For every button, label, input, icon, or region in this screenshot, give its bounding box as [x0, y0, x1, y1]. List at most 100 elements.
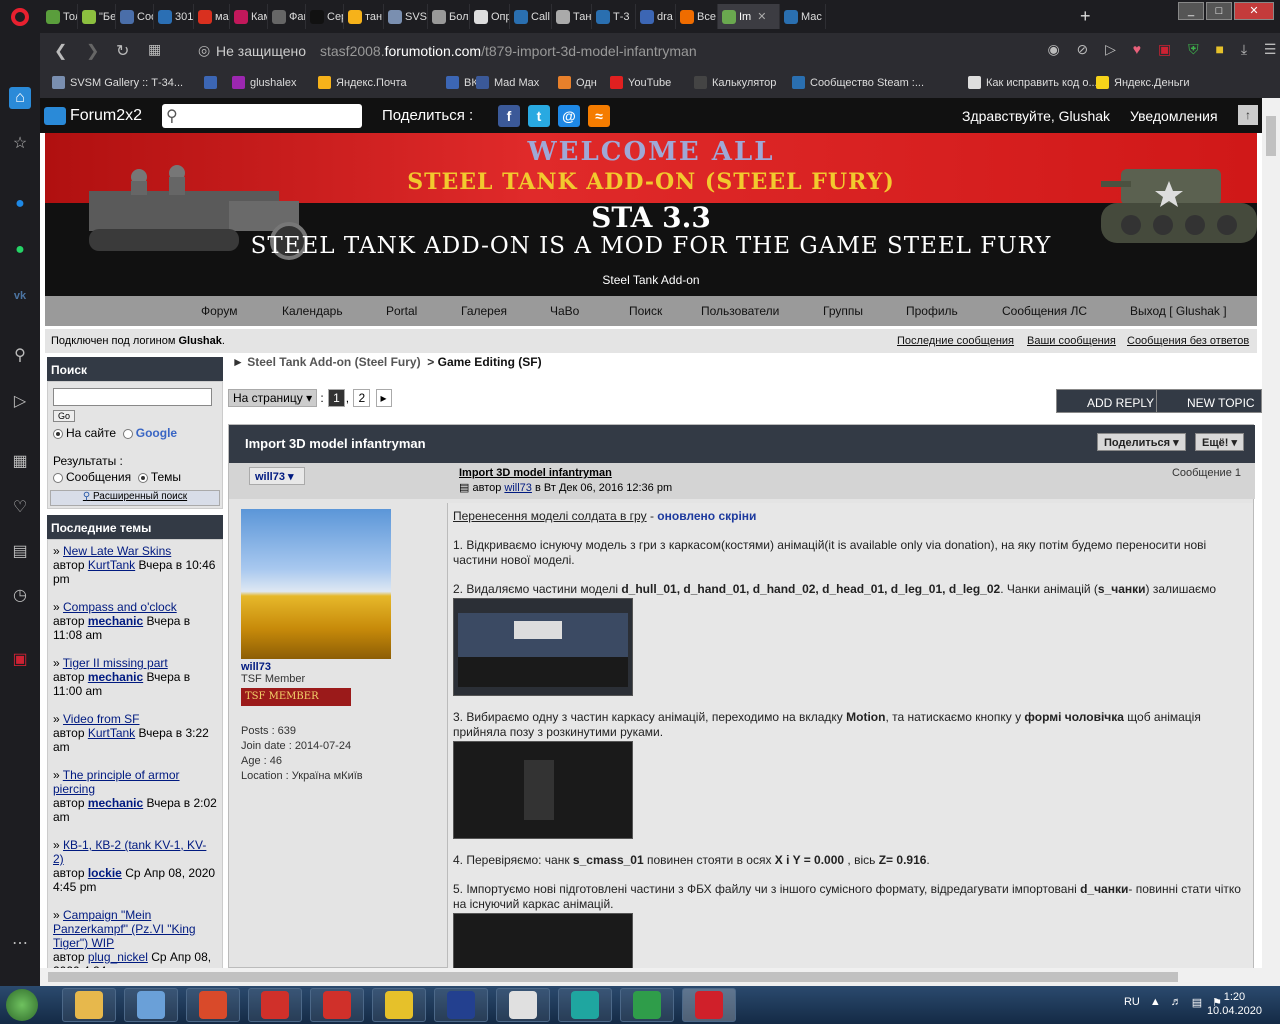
- search-icon[interactable]: ⚲: [9, 345, 31, 367]
- network-icon[interactable]: ▤: [1192, 996, 1202, 1009]
- recent-topic-author[interactable]: mechanic: [88, 614, 143, 628]
- maximize-icon[interactable]: □: [1206, 2, 1232, 20]
- close-window-icon[interactable]: ✕: [1234, 2, 1274, 20]
- more-icon[interactable]: ⋯: [9, 933, 31, 955]
- send-icon[interactable]: ▷: [9, 391, 31, 413]
- nav-item[interactable]: Профиль: [906, 304, 958, 318]
- google-radio[interactable]: [122, 428, 133, 439]
- browser-tab[interactable]: май: [194, 4, 230, 29]
- nav-item[interactable]: Галерея: [461, 304, 507, 318]
- horizontal-scrollbar[interactable]: [40, 968, 1262, 986]
- browser-tab[interactable]: 301: [154, 4, 194, 29]
- language-indicator[interactable]: RU: [1124, 996, 1140, 1009]
- browser-tab[interactable]: Мас: [780, 4, 826, 29]
- menu-icon[interactable]: ☰: [1264, 41, 1277, 58]
- bookmark-item[interactable]: Сообщество Steam :...: [792, 76, 924, 89]
- post-author-link[interactable]: will73: [504, 482, 532, 494]
- nav-item[interactable]: Пользователи: [701, 304, 779, 318]
- nav-item[interactable]: ЧаВо: [550, 304, 579, 318]
- screenshot-3[interactable]: [453, 913, 633, 968]
- browser-tab[interactable]: Тол: [42, 4, 78, 29]
- browser-tab[interactable]: drа: [636, 4, 676, 29]
- security-label[interactable]: Не защищено: [216, 43, 306, 59]
- whatsapp-icon[interactable]: ●: [9, 239, 31, 261]
- forum2x2-logo[interactable]: Forum2x2: [44, 107, 142, 125]
- pages-dropdown[interactable]: На страницу ▾: [228, 389, 318, 407]
- taskbar-app[interactable]: [682, 988, 736, 1022]
- grid-icon[interactable]: ▦: [9, 451, 31, 473]
- taskbar-app[interactable]: [496, 988, 550, 1022]
- tab-close-icon[interactable]: ✕: [757, 10, 766, 23]
- send-icon[interactable]: ▷: [1105, 41, 1116, 58]
- bookmark-item[interactable]: Яндекс.Почта: [318, 76, 407, 89]
- browser-tab[interactable]: Im ✕: [718, 4, 780, 29]
- browser-tab[interactable]: Кам: [230, 4, 268, 29]
- browser-tab[interactable]: Бол: [428, 4, 470, 29]
- bookmark-item[interactable]: Как исправить код о...: [968, 76, 1098, 89]
- taskbar-app[interactable]: [620, 988, 674, 1022]
- bookmark-item[interactable]: SVSM Gallery :: Т-34...: [52, 76, 183, 89]
- vertical-scrollbar[interactable]: [1262, 98, 1280, 986]
- browser-tab[interactable]: Сер: [306, 4, 344, 29]
- recent-topic-author[interactable]: mechanic: [88, 796, 143, 810]
- taskbar-app[interactable]: [310, 988, 364, 1022]
- news-icon[interactable]: ▤: [9, 541, 31, 563]
- taskbar-app[interactable]: [372, 988, 426, 1022]
- volume-icon[interactable]: ♬: [1171, 996, 1182, 1009]
- sidebar-search-input[interactable]: [53, 388, 212, 406]
- screenshot-1[interactable]: [453, 598, 633, 696]
- recent-topic-link[interactable]: КВ-1, КВ-2 (tank KV-1, KV-2): [53, 838, 206, 866]
- bookmark-item[interactable]: ВК: [446, 76, 478, 89]
- nav-item[interactable]: Portal: [386, 304, 417, 318]
- rss-icon[interactable]: ≈: [588, 105, 610, 127]
- nav-item[interactable]: Сообщения ЛС: [1002, 304, 1087, 318]
- topics-radio[interactable]: [137, 472, 148, 483]
- screenshot-2[interactable]: [453, 741, 633, 839]
- heart-icon[interactable]: ♡: [9, 497, 31, 519]
- heart-icon[interactable]: ♥: [1133, 41, 1141, 58]
- bookmark-item[interactable]: YouTube: [610, 76, 671, 89]
- nav-item[interactable]: Поиск: [629, 304, 662, 318]
- opera-menu-icon[interactable]: [0, 0, 40, 33]
- browser-tab[interactable]: Coo: [116, 4, 154, 29]
- taskbar-app[interactable]: [186, 988, 240, 1022]
- advanced-search-link[interactable]: ⚲ Расширенный поиск: [50, 490, 220, 506]
- forward-icon[interactable]: ❯: [86, 41, 99, 61]
- mail-icon[interactable]: @: [558, 105, 580, 127]
- shield-icon[interactable]: ⛨: [1188, 41, 1199, 58]
- start-button[interactable]: [6, 989, 38, 1021]
- clock[interactable]: 1:20 10.04.2020: [1207, 990, 1262, 1018]
- twitter-icon[interactable]: t: [528, 105, 550, 127]
- url-field[interactable]: stasf2008.forumotion.com/t879-import-3d-…: [320, 43, 697, 59]
- taskbar-app[interactable]: [434, 988, 488, 1022]
- bookmark-item[interactable]: Mad Max: [476, 76, 539, 89]
- bookmark-item[interactable]: [204, 76, 222, 89]
- home-icon[interactable]: ⌂: [9, 87, 31, 109]
- bookmark-item[interactable]: glushalex: [232, 76, 296, 89]
- reload-icon[interactable]: ↻: [116, 41, 129, 61]
- camera-icon[interactable]: ◉: [1047, 41, 1059, 58]
- browser-tab[interactable]: "Бе: [78, 4, 116, 29]
- messenger-icon[interactable]: ●: [9, 193, 31, 215]
- globe-icon[interactable]: ◎: [198, 42, 210, 59]
- recent-topic-author[interactable]: lockie: [88, 866, 122, 880]
- new-topic-button[interactable]: NEW TOPIC: [1156, 389, 1262, 413]
- scroll-top-icon[interactable]: ↑: [1238, 105, 1258, 125]
- tray-arrow-icon[interactable]: ▲: [1150, 996, 1161, 1009]
- author-dropdown[interactable]: will73 ▾: [249, 467, 305, 485]
- recent-topic-link[interactable]: Tiger II missing part: [63, 656, 168, 670]
- breadcrumb-forum[interactable]: Steel Tank Add-on (Steel Fury): [247, 355, 420, 369]
- browser-tab[interactable]: тан: [344, 4, 384, 29]
- recent-topic-author[interactable]: plug_nickel: [88, 950, 148, 964]
- extension-icon[interactable]: ■: [1215, 41, 1223, 58]
- onsite-radio[interactable]: [53, 428, 63, 439]
- browser-tab[interactable]: SVS: [384, 4, 428, 29]
- ublock-icon[interactable]: ▣: [1158, 41, 1171, 58]
- forum-search-input[interactable]: ⚲: [162, 104, 362, 128]
- breadcrumb-subforum[interactable]: Game Editing (SF): [438, 355, 542, 369]
- minimize-icon[interactable]: _: [1178, 2, 1204, 20]
- taskbar-app[interactable]: [124, 988, 178, 1022]
- star-icon[interactable]: ☆: [9, 133, 31, 155]
- recent-topic-link[interactable]: Compass and o'clock: [63, 600, 177, 614]
- notifications-link[interactable]: Уведомления: [1130, 108, 1218, 124]
